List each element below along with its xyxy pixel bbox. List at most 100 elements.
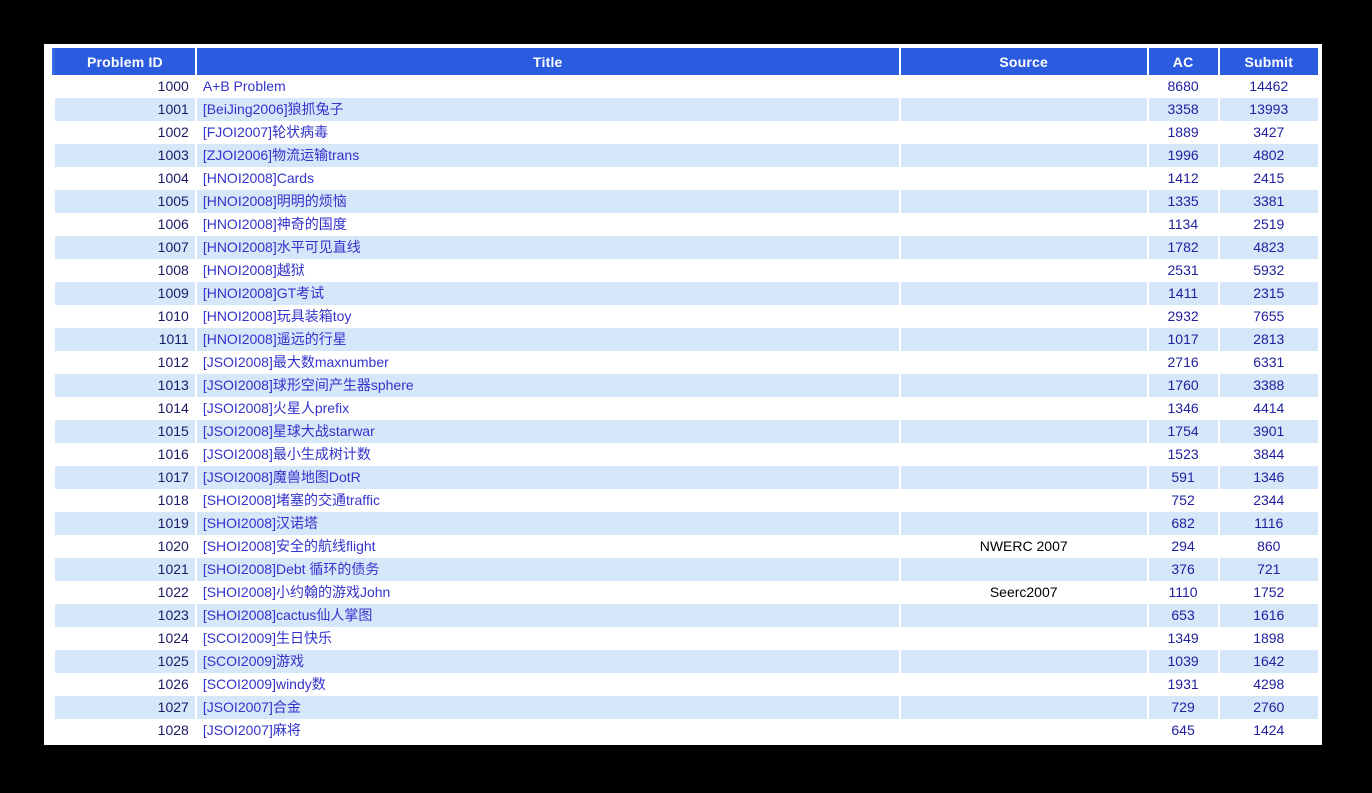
table-row: 1024 [SCOI2009]生日快乐 1349 1898 — [52, 627, 1321, 650]
problem-title-link[interactable]: [HNOI2008]越狱 — [203, 262, 305, 278]
column-header-ac[interactable]: AC — [1146, 48, 1220, 75]
cell-submit-count: 14462 — [1217, 75, 1321, 98]
problem-title-link[interactable]: [SCOI2009]生日快乐 — [203, 630, 332, 646]
cell-submit-count: 721 — [1217, 558, 1321, 581]
cell-problem-id: 1022 — [52, 581, 197, 604]
table-row: 1012 [JSOI2008]最大数maxnumber 2716 6331 — [52, 351, 1321, 374]
problem-title-link[interactable]: [JSOI2008]最大数maxnumber — [203, 354, 389, 370]
problem-title-link[interactable]: [JSOI2008]星球大战starwar — [203, 423, 375, 439]
cell-title: [HNOI2008]遥远的行星 — [194, 328, 901, 351]
cell-title: [FJOI2007]轮状病毒 — [194, 121, 901, 144]
cell-problem-id: 1000 — [52, 75, 197, 98]
cell-title: [JSOI2008]星球大战starwar — [194, 420, 901, 443]
problem-title-link[interactable]: [SHOI2008]安全的航线flight — [203, 538, 376, 554]
cell-problem-id: 1004 — [52, 167, 197, 190]
cell-ac-count: 1349 — [1146, 627, 1220, 650]
problem-title-link[interactable]: [FJOI2007]轮状病毒 — [203, 124, 328, 140]
cell-problem-id: 1025 — [52, 650, 197, 673]
cell-problem-id: 1017 — [52, 466, 197, 489]
problem-title-link[interactable]: [SHOI2008]Debt 循环的债务 — [203, 561, 380, 577]
cell-ac-count: 1017 — [1146, 328, 1220, 351]
problem-title-link[interactable]: [JSOI2008]火星人prefix — [203, 400, 349, 416]
cell-problem-id: 1023 — [52, 604, 197, 627]
problem-title-link[interactable]: [JSOI2008]球形空间产生器sphere — [203, 377, 414, 393]
cell-submit-count: 1346 — [1217, 466, 1321, 489]
cell-problem-id: 1015 — [52, 420, 197, 443]
cell-problem-id: 1024 — [52, 627, 197, 650]
problem-title-link[interactable]: [ZJOI2006]物流运输trans — [203, 147, 359, 163]
table-row: 1008 [HNOI2008]越狱 2531 5932 — [52, 259, 1321, 282]
problem-title-link[interactable]: [HNOI2008]遥远的行星 — [203, 331, 347, 347]
table-row: 1011 [HNOI2008]遥远的行星 1017 2813 — [52, 328, 1321, 351]
cell-ac-count: 1346 — [1146, 397, 1220, 420]
table-row: 1028 [JSOI2007]麻将 645 1424 — [52, 719, 1321, 742]
problem-title-link[interactable]: [HNOI2008]神奇的国度 — [203, 216, 347, 232]
cell-problem-id: 1010 — [52, 305, 197, 328]
cell-problem-id: 1003 — [52, 144, 197, 167]
cell-source — [898, 351, 1149, 374]
cell-title: [SHOI2008]堵塞的交通traffic — [194, 489, 901, 512]
cell-source — [898, 305, 1149, 328]
cell-ac-count: 1134 — [1146, 213, 1220, 236]
cell-title: A+B Problem — [194, 75, 901, 98]
table-row: 1005 [HNOI2008]明明的烦恼 1335 3381 — [52, 190, 1321, 213]
table-row: 1006 [HNOI2008]神奇的国度 1134 2519 — [52, 213, 1321, 236]
cell-submit-count: 3381 — [1217, 190, 1321, 213]
cell-submit-count: 5932 — [1217, 259, 1321, 282]
cell-source: Seerc2007 — [898, 581, 1149, 604]
cell-source — [898, 443, 1149, 466]
problem-title-link[interactable]: [SHOI2008]cactus仙人掌图 — [203, 607, 373, 623]
cell-ac-count: 1782 — [1146, 236, 1220, 259]
cell-submit-count: 2813 — [1217, 328, 1321, 351]
problem-title-link[interactable]: [HNOI2008]水平可见直线 — [203, 239, 361, 255]
cell-title: [SCOI2009]游戏 — [194, 650, 901, 673]
table-header: Problem ID Title Source AC Submit — [51, 48, 1321, 75]
cell-ac-count: 1110 — [1146, 581, 1220, 604]
cell-source — [898, 397, 1149, 420]
cell-source — [898, 604, 1149, 627]
table-row: 1001 [BeiJing2006]狼抓兔子 3358 13993 — [52, 98, 1321, 121]
problem-title-link[interactable]: [HNOI2008]Cards — [203, 170, 314, 186]
cell-problem-id: 1001 — [52, 98, 197, 121]
problem-title-link[interactable]: [JSOI2008]魔兽地图DotR — [203, 469, 361, 485]
problem-title-link[interactable]: A+B Problem — [203, 78, 286, 94]
cell-source — [898, 144, 1149, 167]
cell-source — [898, 650, 1149, 673]
cell-problem-id: 1006 — [52, 213, 197, 236]
problem-title-link[interactable]: [JSOI2007]麻将 — [203, 722, 301, 738]
table-row: 1026 [SCOI2009]windy数 1931 4298 — [52, 673, 1321, 696]
cell-ac-count: 1760 — [1146, 374, 1220, 397]
page-root: Problem ID Title Source AC Submit 1000 A+… — [0, 0, 1372, 793]
cell-title: [HNOI2008]水平可见直线 — [194, 236, 901, 259]
problem-title-link[interactable]: [JSOI2007]合金 — [203, 699, 301, 715]
cell-problem-id: 1005 — [52, 190, 197, 213]
cell-title: [JSOI2007]麻将 — [194, 719, 901, 742]
problem-title-link[interactable]: [HNOI2008]明明的烦恼 — [203, 193, 347, 209]
problem-title-link[interactable]: [SCOI2009]游戏 — [203, 653, 304, 669]
cell-submit-count: 1642 — [1217, 650, 1321, 673]
cell-submit-count: 6331 — [1217, 351, 1321, 374]
table-row: 1013 [JSOI2008]球形空间产生器sphere 1760 3388 — [52, 374, 1321, 397]
column-header-source[interactable]: Source — [898, 48, 1149, 75]
cell-source — [898, 190, 1149, 213]
cell-submit-count: 3388 — [1217, 374, 1321, 397]
column-header-title[interactable]: Title — [194, 48, 901, 75]
cell-ac-count: 729 — [1146, 696, 1220, 719]
cell-ac-count: 1412 — [1146, 167, 1220, 190]
problem-title-link[interactable]: [SHOI2008]小约翰的游戏John — [203, 584, 391, 600]
table-row: 1000 A+B Problem 8680 14462 — [52, 75, 1321, 98]
problem-title-link[interactable]: [SCOI2009]windy数 — [203, 676, 326, 692]
problem-title-link[interactable]: [SHOI2008]汉诺塔 — [203, 515, 318, 531]
table-row: 1023 [SHOI2008]cactus仙人掌图 653 1616 — [52, 604, 1321, 627]
cell-problem-id: 1008 — [52, 259, 197, 282]
column-header-problem-id[interactable]: Problem ID — [51, 48, 197, 75]
problem-title-link[interactable]: [SHOI2008]堵塞的交通traffic — [203, 492, 380, 508]
problem-title-link[interactable]: [HNOI2008]GT考试 — [203, 285, 324, 301]
cell-problem-id: 1019 — [52, 512, 197, 535]
cell-source: NWERC 2007 — [898, 535, 1149, 558]
cell-problem-id: 1021 — [52, 558, 197, 581]
problem-title-link[interactable]: [HNOI2008]玩具装箱toy — [203, 308, 352, 324]
problem-title-link[interactable]: [BeiJing2006]狼抓兔子 — [203, 101, 344, 117]
column-header-submit[interactable]: Submit — [1217, 48, 1321, 75]
problem-title-link[interactable]: [JSOI2008]最小生成树计数 — [203, 446, 371, 462]
